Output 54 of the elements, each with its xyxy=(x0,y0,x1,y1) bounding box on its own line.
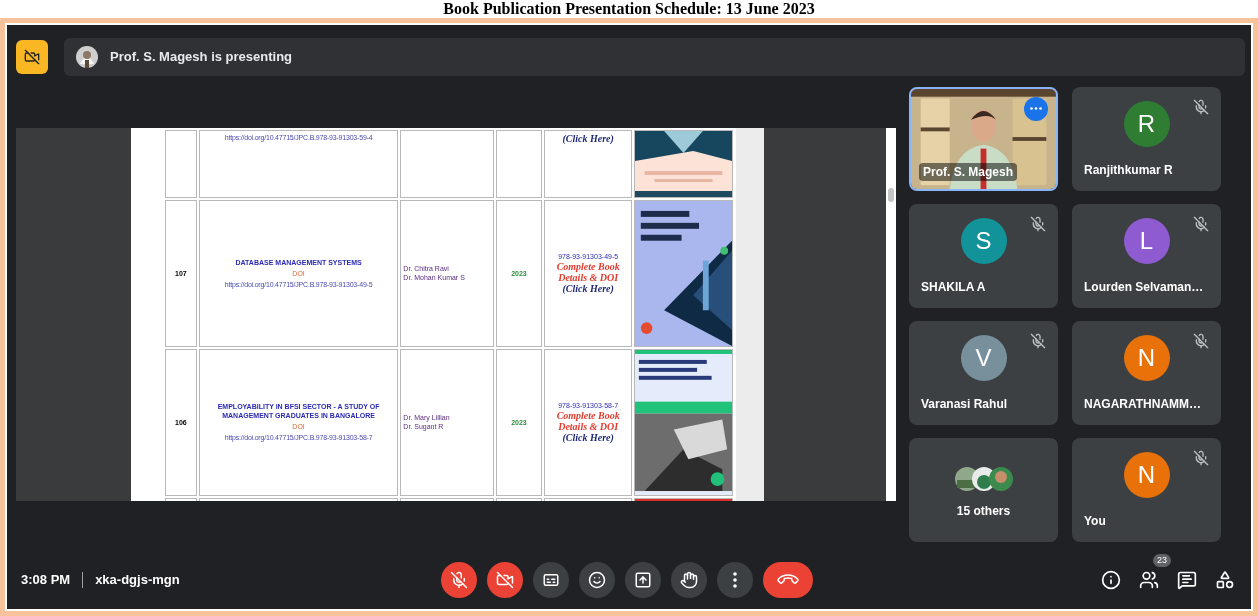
participant-tile[interactable]: N You xyxy=(1072,437,1221,542)
details-link[interactable]: Complete Book Details & DOI xyxy=(547,261,629,283)
emoji-icon xyxy=(588,571,606,589)
scrollbar[interactable] xyxy=(886,127,896,501)
more-icon xyxy=(733,572,737,588)
participant-tile[interactable]: N NAGARATHNAMM… xyxy=(1072,320,1221,425)
more-icon xyxy=(1030,107,1042,110)
shapes-icon xyxy=(1215,570,1235,590)
phone-button[interactable] xyxy=(763,562,813,598)
meeting-time: 3:08 PM xyxy=(21,571,71,590)
participant-name: Lourden Selvaman… xyxy=(1084,278,1204,296)
details-link[interactable]: Complete Book Details & DOI xyxy=(547,410,629,432)
participant-name: You xyxy=(1084,512,1106,530)
participant-tile[interactable]: V Varanasi Rahul xyxy=(909,320,1058,425)
avatar: S xyxy=(960,217,1007,264)
participant-tile[interactable]: R Ranjithkumar R xyxy=(1072,86,1221,191)
info-button[interactable] xyxy=(1099,568,1123,592)
avatar: N xyxy=(1123,451,1170,498)
present-icon xyxy=(634,571,652,589)
participant-name: Ranjithkumar R xyxy=(1084,161,1173,179)
presenting-label: Prof. S. Magesh is presenting xyxy=(110,48,293,67)
click-here-link[interactable]: (Click Here) xyxy=(562,283,614,294)
people-icon xyxy=(1139,570,1159,590)
participant-tile[interactable]: S SHAKILA A xyxy=(909,203,1058,308)
chat-icon xyxy=(1177,570,1197,590)
captions-icon xyxy=(542,571,560,589)
camera-button[interactable] xyxy=(487,562,523,598)
participant-name: NAGARATHNAMM… xyxy=(1084,395,1202,413)
more-button[interactable] xyxy=(717,562,753,598)
avatar: R xyxy=(1123,100,1170,147)
hand-icon xyxy=(680,571,698,589)
avatar: N xyxy=(1123,334,1170,381)
participant-name: SHAKILA A xyxy=(921,278,986,296)
participant-count-badge: 23 xyxy=(1153,554,1171,567)
meeting-code: xka-dgjs-mgn xyxy=(95,571,180,590)
participant-name: Varanasi Rahul xyxy=(921,395,1008,413)
document-title: Book Publication Presentation Schedule: 13 June 2023 xyxy=(442,0,816,18)
participant-tile[interactable]: L Lourden Selvaman… xyxy=(1072,203,1221,308)
emoji-button[interactable] xyxy=(579,562,615,598)
camera-off-button[interactable] xyxy=(16,40,48,74)
present-button[interactable] xyxy=(625,562,661,598)
camera-icon xyxy=(496,571,514,589)
avatar: V xyxy=(960,334,1007,381)
info-icon xyxy=(1101,570,1121,590)
click-here-link[interactable]: (Click Here) xyxy=(562,132,614,144)
hand-button[interactable] xyxy=(671,562,707,598)
avatar: L xyxy=(1123,217,1170,264)
microphone-icon xyxy=(450,571,468,589)
click-here-link[interactable]: (Click Here) xyxy=(562,432,614,443)
camera-off-icon xyxy=(24,49,40,65)
participant-name: 15 others xyxy=(955,502,1012,520)
captions-button[interactable] xyxy=(533,562,569,598)
microphone-button[interactable] xyxy=(441,562,477,598)
participant-tile[interactable]: 15 others xyxy=(909,437,1058,542)
